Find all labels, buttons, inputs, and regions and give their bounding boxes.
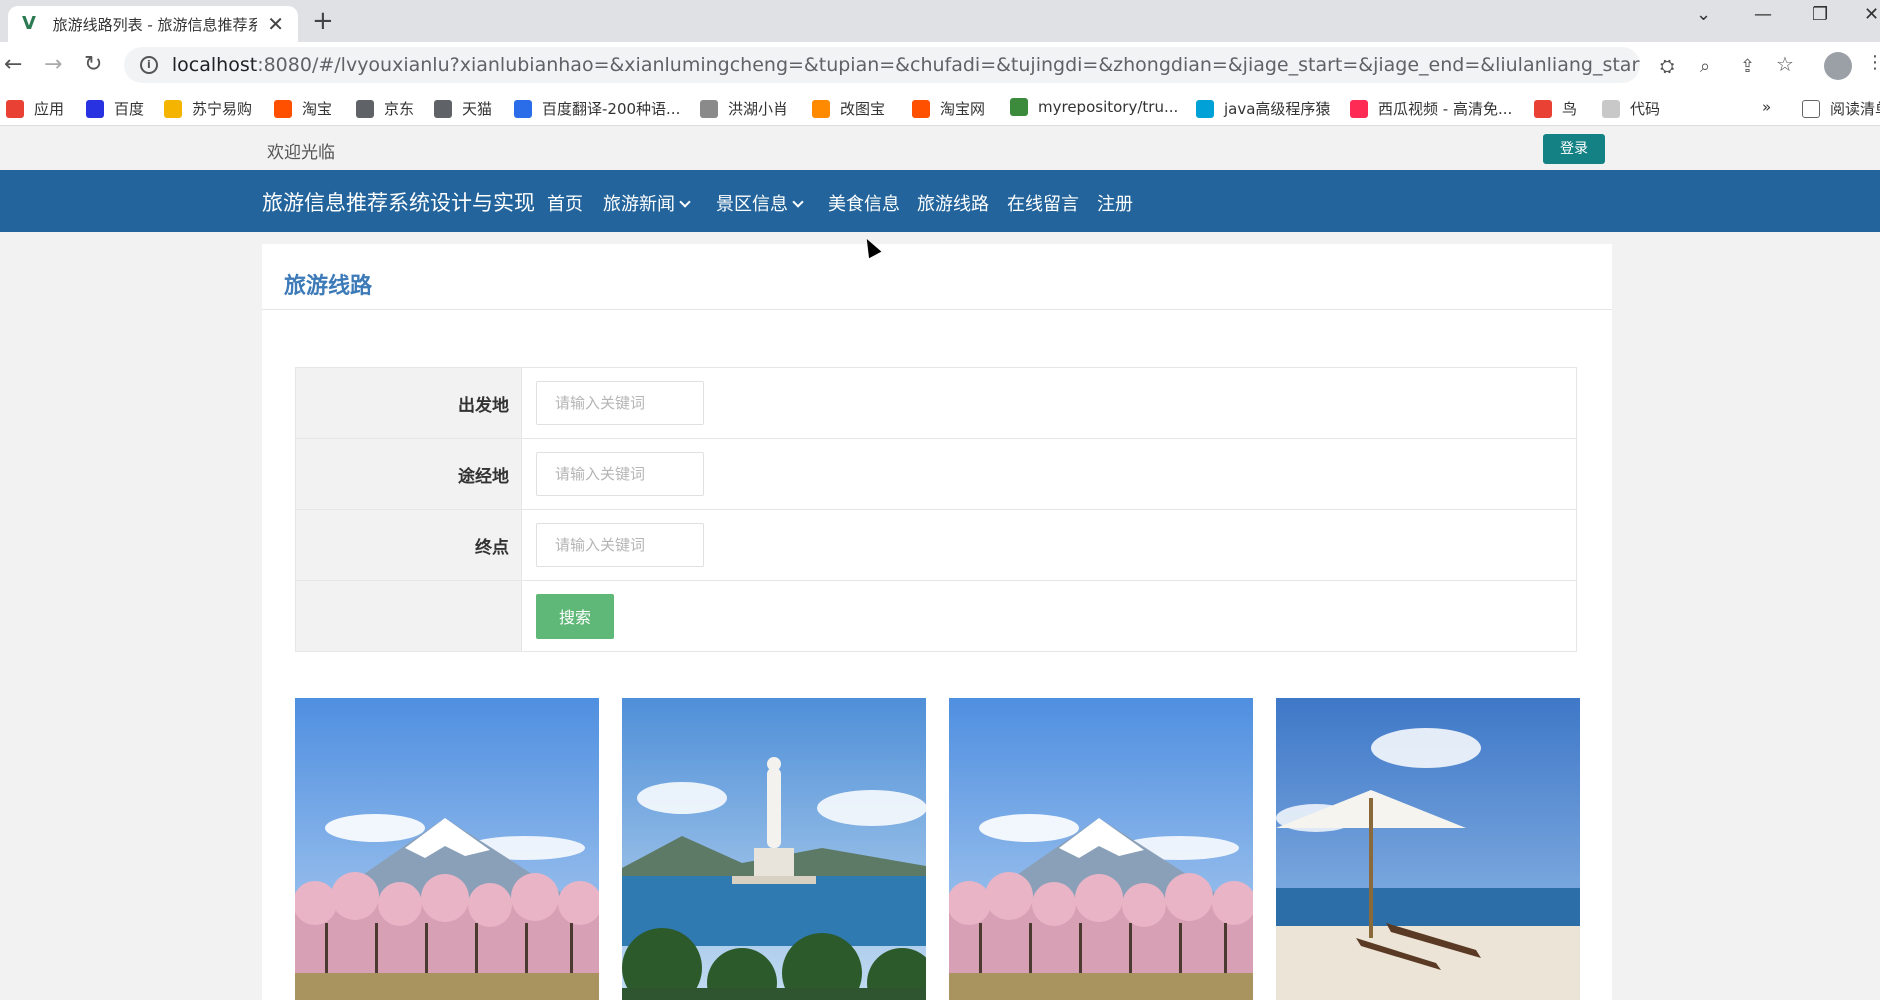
bookmark-item[interactable]: 西瓜视频 - 高清免... — [1350, 98, 1512, 119]
page-title: 旅游线路 — [284, 274, 373, 299]
chrome-icon — [1010, 98, 1028, 116]
nav-travel-news[interactable]: 旅游新闻 — [603, 190, 691, 216]
destination-input[interactable] — [536, 523, 704, 567]
nav-message-board[interactable]: 在线留言 — [1007, 190, 1079, 216]
vue-logo-icon: V — [22, 13, 36, 34]
bookmark-item[interactable]: 淘宝网 — [912, 98, 985, 119]
apps-grid-icon — [6, 99, 24, 118]
route-thumbnail[interactable] — [949, 698, 1253, 1000]
bookmark-item[interactable]: 鸟 — [1534, 98, 1577, 119]
address-bar[interactable]: i localhost:8080/#/lvyouxianlu?xianlubia… — [124, 47, 1755, 83]
bird-icon — [1534, 99, 1552, 118]
search-row-destination: 终点 — [295, 509, 1577, 581]
welcome-text: 欢迎光临 — [267, 143, 335, 163]
bookmark-item[interactable]: java高级程序猿 — [1196, 98, 1330, 119]
browser-tab-strip: V 旅游线路列表 - 旅游信息推荐系统 ✕ + ⌄ — ❐ ✕ — [0, 0, 1880, 42]
search-button[interactable]: 搜索 — [536, 593, 614, 639]
browser-tab[interactable]: V 旅游线路列表 - 旅游信息推荐系统 ✕ — [8, 6, 298, 42]
login-button[interactable]: 登录 — [1543, 134, 1605, 164]
close-tab-icon[interactable]: ✕ — [267, 12, 284, 36]
route-list-panel: 旅游线路 出发地 途经地 终点 搜索 — [262, 244, 1612, 1000]
bookmark-item[interactable]: 京东 — [356, 98, 414, 119]
via-input[interactable] — [536, 452, 704, 496]
nav-home[interactable]: 首页 — [547, 190, 583, 216]
site-brand[interactable]: 旅游信息推荐系统设计与实现 — [262, 187, 535, 217]
route-thumbnail[interactable] — [622, 698, 926, 1000]
search-row-actions: 搜索 — [295, 580, 1577, 652]
bookmark-item[interactable]: 天猫 — [434, 98, 492, 119]
tab-search-icon[interactable]: ⌄ — [1696, 4, 1711, 25]
bookmark-apps[interactable]: 应用 — [6, 98, 64, 119]
bookmark-star-icon[interactable]: ☆ — [1776, 52, 1794, 76]
new-tab-icon[interactable]: + — [312, 6, 334, 36]
suning-icon — [164, 99, 182, 118]
taobao-icon — [274, 99, 292, 118]
profile-avatar-icon[interactable] — [1824, 52, 1852, 80]
chevron-down-icon — [679, 196, 691, 208]
globe-icon — [356, 99, 374, 118]
address-toolbar: ← → ↻ i localhost:8080/#/lvyouxianlu?xia… — [0, 42, 1880, 88]
bookmarks-bar: 应用 百度 苏宁易购 淘宝 京东 天猫 百度翻译-200种语... 洪湖小肖 改… — [0, 88, 1880, 126]
mountain-cherry-blossom-image — [949, 698, 1253, 1000]
reading-list-icon — [1802, 99, 1820, 118]
bookmark-item[interactable]: 代码 — [1602, 98, 1660, 119]
tab-title: 旅游线路列表 - 旅游信息推荐系统 — [52, 15, 258, 34]
panel-header: 旅游线路 — [262, 244, 1612, 310]
nav-scenic-info[interactable]: 景区信息 — [716, 190, 804, 216]
mountain-cherry-blossom-image — [295, 698, 599, 1000]
translate-icon[interactable]: ⛭ — [1660, 56, 1674, 77]
nav-travel-routes[interactable]: 旅游线路 — [917, 190, 989, 216]
taobao-icon — [912, 99, 930, 118]
code-icon — [1602, 99, 1620, 118]
gaitubao-icon — [812, 99, 830, 118]
chevron-down-icon — [792, 196, 804, 208]
bookmark-item[interactable]: 百度翻译-200种语... — [514, 98, 680, 119]
baidu-icon — [86, 99, 104, 118]
statue-seaside-image — [622, 698, 926, 1000]
forward-icon[interactable]: → — [44, 52, 62, 77]
share-icon[interactable]: ⇪ — [1740, 56, 1755, 77]
site-info-icon[interactable]: i — [140, 56, 158, 74]
route-thumbnail[interactable] — [295, 698, 599, 1000]
feather-icon — [700, 99, 718, 118]
restore-icon[interactable]: ❐ — [1812, 4, 1828, 25]
reload-icon[interactable]: ↻ — [84, 52, 102, 77]
xigua-icon — [1350, 99, 1368, 118]
bookmark-item[interactable]: myrepository/tru... — [1010, 98, 1178, 116]
minimize-icon[interactable]: — — [1754, 4, 1772, 25]
bookmarks-overflow-button[interactable]: » — [1762, 98, 1771, 116]
route-thumbnail[interactable] — [1276, 698, 1580, 1000]
site-topbar: 欢迎光临 登录 — [0, 126, 1880, 170]
search-row-departure: 出发地 — [295, 367, 1577, 439]
globe-icon — [434, 99, 452, 118]
close-window-icon[interactable]: ✕ — [1864, 4, 1879, 25]
destination-label: 终点 — [295, 509, 522, 581]
back-icon[interactable]: ← — [4, 52, 22, 77]
main-nav: 旅游信息推荐系统设计与实现 首页 旅游新闻 景区信息 美食信息 旅游线路 在线留… — [0, 170, 1880, 232]
search-form: 出发地 途经地 终点 搜索 — [295, 367, 1577, 652]
bookmark-item[interactable]: 百度 — [86, 98, 144, 119]
url-text[interactable]: localhost:8080/#/lvyouxianlu?xianlubianh… — [172, 54, 1640, 76]
bookmark-item[interactable]: 洪湖小肖 — [700, 98, 788, 119]
beach-umbrella-image — [1276, 698, 1580, 1000]
zoom-icon[interactable]: ⌕ — [1700, 56, 1710, 77]
departure-label: 出发地 — [295, 367, 522, 439]
departure-input[interactable] — [536, 381, 704, 425]
bilibili-icon — [1196, 99, 1214, 118]
bookmark-item[interactable]: 改图宝 — [812, 98, 885, 119]
bookmark-item[interactable]: 淘宝 — [274, 98, 332, 119]
nav-food-info[interactable]: 美食信息 — [828, 190, 900, 216]
translate-icon — [514, 99, 532, 118]
via-label: 途经地 — [295, 438, 522, 510]
route-gallery — [295, 698, 1580, 1000]
bookmark-item[interactable]: 苏宁易购 — [164, 98, 252, 119]
menu-icon[interactable]: ⋮ — [1866, 52, 1880, 73]
search-row-via: 途经地 — [295, 438, 1577, 510]
reading-list-button[interactable]: 阅读清单 — [1802, 98, 1880, 119]
nav-register[interactable]: 注册 — [1097, 190, 1133, 216]
